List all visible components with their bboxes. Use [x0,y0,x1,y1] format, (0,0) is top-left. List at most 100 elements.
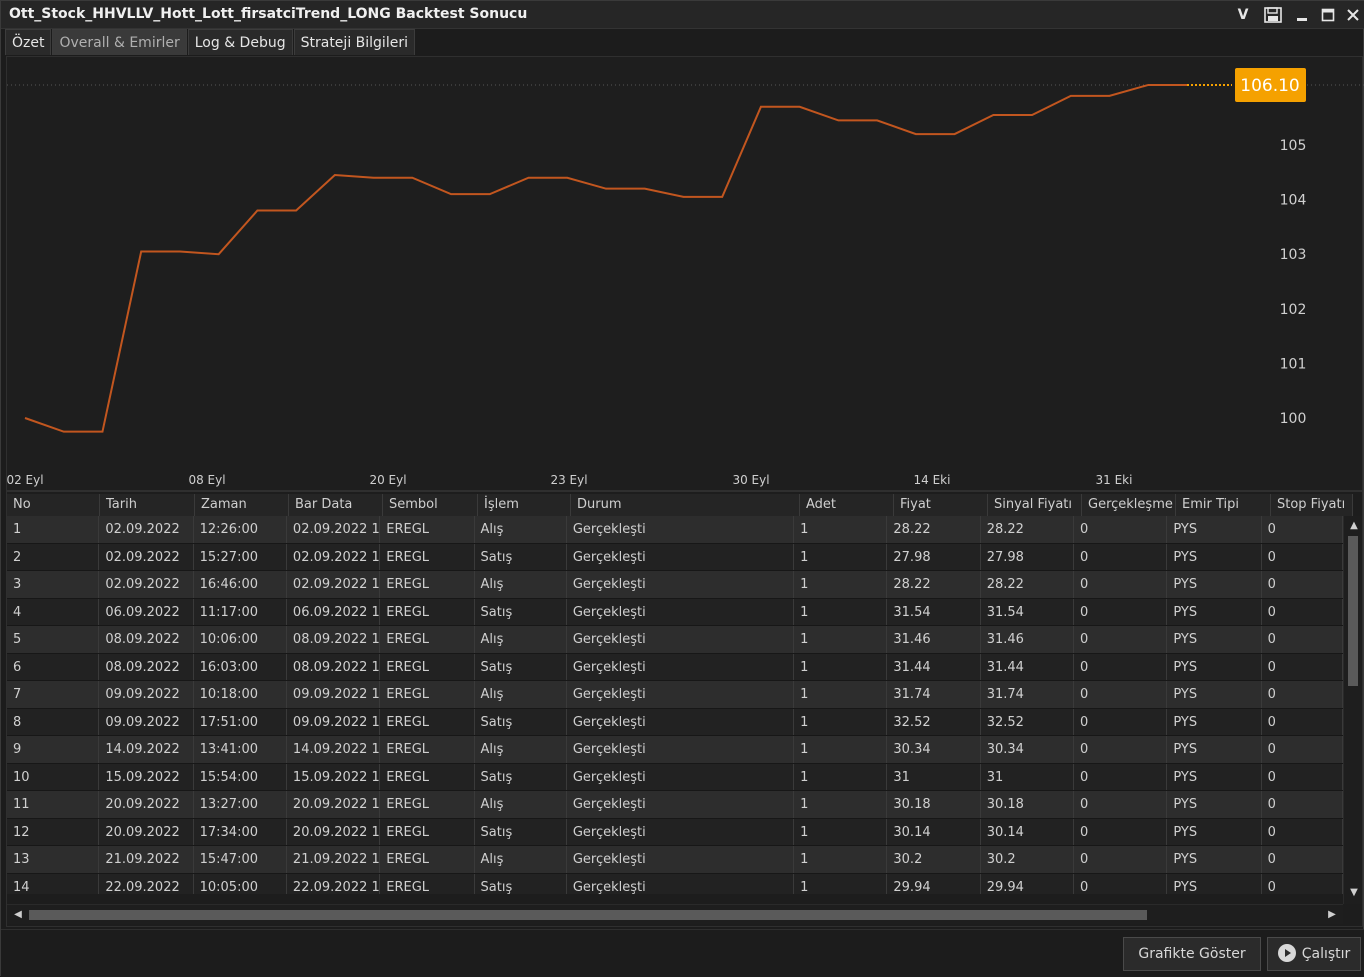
scroll-up-icon[interactable]: ▲ [1347,519,1361,533]
column-header[interactable]: Sinyal Fiyatı [988,494,1082,516]
maximize-icon[interactable] [1317,5,1339,25]
table-cell: 08.09.2022 16: [287,653,381,680]
table-cell: 2 [7,543,100,570]
table-row[interactable]: 1422.09.202210:05:0022.09.2022 10:EREGLS… [7,873,1343,894]
column-header[interactable]: Sembol [383,494,478,516]
column-header[interactable]: Durum [571,494,800,516]
table-cell: 0 [1262,598,1343,625]
table-cell: 20.09.2022 [99,791,194,818]
table-cell: Gerçekleşti [567,791,795,818]
show-on-chart-button[interactable]: Grafikte Göster [1123,937,1261,971]
column-header[interactable]: İşlem [478,494,571,516]
table-cell: 0 [1074,516,1168,543]
table-row[interactable]: 1015.09.202215:54:0015.09.2022 15:EREGLS… [7,763,1343,791]
vertical-scrollbar[interactable]: ▲ ▼ [1343,516,1362,904]
table-row[interactable]: 914.09.202213:41:0014.09.2022 13:EREGLAl… [7,736,1343,764]
table-cell: PYS [1167,818,1262,845]
table-row[interactable]: 709.09.202210:18:0009.09.2022 10:EREGLAl… [7,681,1343,709]
table-cell: 31.46 [981,626,1075,653]
table-cell: 15:47:00 [194,846,287,873]
tab-overall-emirler[interactable]: Overall & Emirler [52,29,187,55]
table-cell: Satış [475,598,567,625]
table-cell: 0 [1262,626,1343,653]
run-button[interactable]: Çalıştır [1267,937,1361,971]
table-cell: Gerçekleşti [567,681,795,708]
column-header[interactable]: Adet [800,494,894,516]
table-cell: Alış [475,736,567,763]
table-cell: 1 [794,818,888,845]
table-cell: 27.98 [887,543,981,570]
table-cell: PYS [1167,763,1262,790]
vertical-scroll-thumb[interactable] [1348,536,1358,686]
tab-ozet[interactable]: Özet [5,29,52,55]
table-cell: 22.09.2022 [99,873,194,894]
table-cell: 28.22 [981,516,1075,543]
table-cell: 29.94 [887,873,981,894]
table-cell: 11:17:00 [194,598,287,625]
table-cell: 30.14 [981,818,1075,845]
scroll-left-icon[interactable]: ◀ [11,908,25,922]
table-row[interactable]: 406.09.202211:17:0006.09.2022 11:EREGLSa… [7,598,1343,626]
table-row[interactable]: 508.09.202210:06:0008.09.2022 10:EREGLAl… [7,626,1343,654]
table-cell: 1 [794,736,888,763]
table-row[interactable]: 1120.09.202213:27:0020.09.2022 13:EREGLA… [7,791,1343,819]
table-cell: 30.34 [981,736,1075,763]
column-header[interactable]: Tarih [100,494,195,516]
table-cell: 31.44 [981,653,1075,680]
column-header[interactable]: Bar Data [289,494,383,516]
column-header[interactable]: No [7,494,100,516]
table-cell: 5 [7,626,100,653]
close-icon[interactable] [1342,5,1364,25]
column-header[interactable]: Fiyat [894,494,988,516]
table-cell: 1 [794,846,888,873]
table-cell: Satış [475,763,567,790]
table-cell: 14 [7,873,100,894]
y-tick-label: 100 [1280,411,1307,427]
save-icon[interactable] [1262,5,1284,25]
table-cell: 1 [794,626,888,653]
table-cell: 1 [794,681,888,708]
table-cell: 20.09.2022 17: [287,818,381,845]
table-cell: EREGL [380,791,475,818]
table-cell: EREGL [380,653,475,680]
horizontal-scroll-thumb[interactable] [29,910,1147,920]
equity-chart[interactable]: 100 101 102 103 104 105 02 Eyl 08 Eyl 20 Eyl 23 E… [6,56,1364,491]
column-header[interactable]: Emir Tipi [1176,494,1271,516]
table-cell: 15.09.2022 [99,763,194,790]
table-row[interactable]: 202.09.202215:27:0002.09.2022 15:EREGLSa… [7,543,1343,571]
scroll-down-icon[interactable]: ▼ [1347,886,1361,900]
horizontal-scrollbar[interactable]: ◀ ▶ [7,904,1343,924]
y-tick-label: 103 [1280,247,1307,263]
minimize-icon[interactable] [1291,5,1313,25]
table-cell: 10:06:00 [194,626,287,653]
table-row[interactable]: 608.09.202216:03:0008.09.2022 16:EREGLSa… [7,653,1343,681]
table-cell: 06.09.2022 [99,598,194,625]
table-cell: Alış [475,681,567,708]
table-cell: 09.09.2022 [99,708,194,735]
table-cell: PYS [1167,626,1262,653]
table-cell: 02.09.2022 15: [287,543,381,570]
column-header[interactable]: Zaman [195,494,289,516]
table-row[interactable]: 809.09.202217:51:0009.09.2022 17:EREGLSa… [7,708,1343,736]
table-cell: 0 [1262,736,1343,763]
play-icon [1277,944,1296,962]
table-cell: 21.09.2022 [99,846,194,873]
table-row[interactable]: 102.09.202212:26:0002.09.2022 12:EREGLAl… [7,516,1343,544]
table-cell: 02.09.2022 [99,571,194,598]
tab-log-debug[interactable]: Log & Debug [187,29,293,55]
table-row[interactable]: 1321.09.202215:47:0021.09.2022 15:EREGLA… [7,846,1343,874]
table-cell: 09.09.2022 17: [287,708,381,735]
table-cell: 31.54 [887,598,981,625]
column-header[interactable]: Gerçekleşme [1082,494,1176,516]
scroll-right-icon[interactable]: ▶ [1325,908,1339,922]
last-value-label: 106.10 [1240,76,1299,96]
table-cell: Gerçekleşti [567,736,795,763]
v-button[interactable]: V [1232,5,1254,25]
table-row[interactable]: 1220.09.202217:34:0020.09.2022 17:EREGLS… [7,818,1343,846]
table-cell: 0 [1074,818,1168,845]
column-header[interactable]: Stop Fiyatı [1271,494,1353,516]
tab-strateji-bilgileri[interactable]: Strateji Bilgileri [293,29,415,55]
table-cell: EREGL [380,571,475,598]
table-cell: 10 [7,763,100,790]
table-row[interactable]: 302.09.202216:46:0002.09.2022 16:EREGLAl… [7,571,1343,599]
